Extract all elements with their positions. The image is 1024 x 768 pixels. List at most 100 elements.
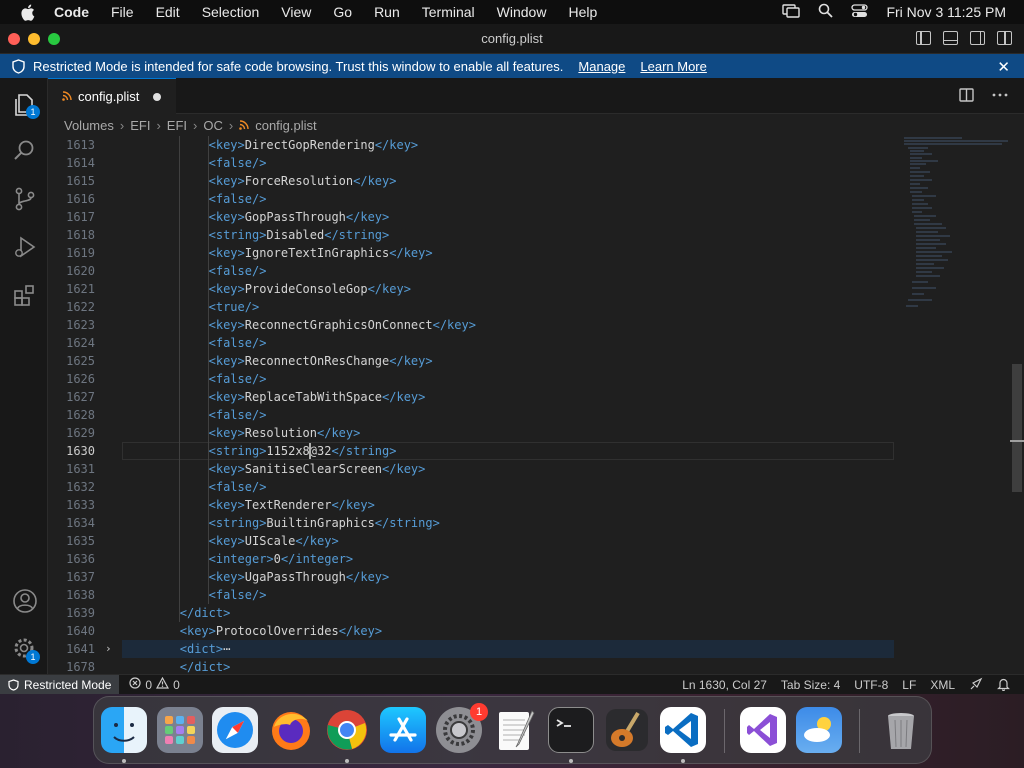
- code-line[interactable]: 1627 <key>ReplaceTabWithSpace</key>: [48, 388, 1008, 406]
- menu-selection[interactable]: Selection: [202, 4, 260, 20]
- safari-icon[interactable]: [212, 707, 258, 753]
- toggle-panel-icon[interactable]: [943, 31, 958, 45]
- run-and-debug-icon[interactable]: [12, 234, 38, 260]
- code-line[interactable]: 1620 <false/>: [48, 262, 1008, 280]
- menubar-clock[interactable]: Fri Nov 3 11:25 PM: [886, 4, 1006, 20]
- code-line[interactable]: 1624 <false/>: [48, 334, 1008, 352]
- xml-tag-close: </key>: [374, 138, 419, 152]
- menu-window[interactable]: Window: [497, 4, 547, 20]
- code-line[interactable]: 1614 <false/>: [48, 154, 1008, 172]
- terminal-icon[interactable]: [548, 707, 594, 753]
- menu-file[interactable]: File: [111, 4, 134, 20]
- accounts-icon[interactable]: [12, 588, 38, 614]
- code-content: <string>Disabled</string>: [209, 226, 390, 244]
- weather-icon[interactable]: [796, 707, 842, 753]
- code-line[interactable]: 1632 <false/>: [48, 478, 1008, 496]
- code-line[interactable]: 1616 <false/>: [48, 190, 1008, 208]
- cursor-position[interactable]: Ln 1630, Col 27: [682, 678, 767, 692]
- language-mode[interactable]: XML: [930, 678, 955, 692]
- menu-view[interactable]: View: [281, 4, 311, 20]
- code-line[interactable]: 1630 <string>1152x8@32</string>: [48, 442, 1008, 460]
- code-line[interactable]: 1638 <false/>: [48, 586, 1008, 604]
- apple-icon[interactable]: [16, 4, 38, 21]
- tab-size[interactable]: Tab Size: 4: [781, 678, 840, 692]
- feedback-icon[interactable]: [969, 677, 983, 694]
- finder-icon[interactable]: [101, 707, 147, 753]
- fold-chevron-icon[interactable]: ›: [105, 640, 112, 658]
- menu-go[interactable]: Go: [333, 4, 352, 20]
- customize-layout-icon[interactable]: [997, 31, 1012, 45]
- code-line[interactable]: 1633 <key>TextRenderer</key>: [48, 496, 1008, 514]
- code-line[interactable]: 1621 <key>ProvideConsoleGop</key>: [48, 280, 1008, 298]
- menu-edit[interactable]: Edit: [156, 4, 180, 20]
- code-line[interactable]: 1636 <integer>0</integer>: [48, 550, 1008, 568]
- code-line[interactable]: 1625 <key>ReconnectOnResChange</key>: [48, 352, 1008, 370]
- search-icon[interactable]: [12, 138, 38, 164]
- breadcrumb-oc[interactable]: OC: [203, 118, 223, 133]
- garageband-icon[interactable]: [604, 707, 650, 753]
- vertical-scrollbar[interactable]: [1012, 364, 1022, 492]
- code-line[interactable]: 1626 <false/>: [48, 370, 1008, 388]
- code-line[interactable]: 1613 <key>DirectGopRendering</key>: [48, 136, 1008, 154]
- code-line[interactable]: 1635 <key>UIScale</key>: [48, 532, 1008, 550]
- breadcrumb-volumes[interactable]: Volumes: [64, 118, 114, 133]
- restricted-mode-status[interactable]: Restricted Mode: [0, 674, 120, 695]
- xml-tag-close: </key>: [382, 462, 426, 476]
- banner-close-icon[interactable]: ✕: [997, 58, 1010, 76]
- learn-more-link[interactable]: Learn More: [640, 59, 706, 74]
- breadcrumb-config-plist[interactable]: config.plist: [255, 118, 316, 133]
- visual-studio-icon[interactable]: [740, 707, 786, 753]
- manage-gear-icon[interactable]: 1: [12, 636, 40, 664]
- xml-tag-open: </dict>: [179, 660, 231, 674]
- toggle-primary-sidebar-icon[interactable]: [916, 31, 931, 45]
- trash-icon[interactable]: [878, 707, 924, 753]
- code-content: <false/>: [209, 478, 267, 496]
- breadcrumb-efi-1[interactable]: EFI: [130, 118, 150, 133]
- end-of-line[interactable]: LF: [902, 678, 916, 692]
- code-line[interactable]: 1640 <key>ProtocolOverrides</key>: [48, 622, 1008, 640]
- code-line[interactable]: 1629 <key>Resolution</key>: [48, 424, 1008, 442]
- xml-tag-close: </key>: [367, 282, 411, 296]
- code-line[interactable]: 1617 <key>GopPassThrough</key>: [48, 208, 1008, 226]
- code-line[interactable]: 1619 <key>IgnoreTextInGraphics</key>: [48, 244, 1008, 262]
- code-line[interactable]: 1628 <false/>: [48, 406, 1008, 424]
- firefox-icon[interactable]: [268, 707, 314, 753]
- code-line[interactable]: 1641 › <dict>⋯: [48, 640, 1008, 658]
- explorer-icon[interactable]: 1: [12, 92, 40, 119]
- screen-mirroring-icon[interactable]: [782, 3, 801, 21]
- launchpad-icon[interactable]: [157, 707, 203, 753]
- extensions-icon[interactable]: [12, 282, 38, 308]
- code-editor[interactable]: 1613 <key>DirectGopRendering</key> 1614 <fa…: [48, 136, 1024, 674]
- chrome-icon[interactable]: [324, 707, 370, 753]
- split-editor-icon[interactable]: [959, 88, 974, 107]
- textedit-icon[interactable]: [492, 707, 538, 753]
- toggle-secondary-sidebar-icon[interactable]: [970, 31, 985, 45]
- source-control-icon[interactable]: [12, 186, 38, 212]
- vscode-icon[interactable]: [660, 707, 706, 753]
- control-center-icon[interactable]: [851, 3, 869, 21]
- menu-terminal[interactable]: Terminal: [422, 4, 475, 20]
- menu-help[interactable]: Help: [568, 4, 597, 20]
- code-line[interactable]: 1622 <true/>: [48, 298, 1008, 316]
- notifications-bell-icon[interactable]: [997, 677, 1010, 694]
- code-line[interactable]: 1618 <string>Disabled</string>: [48, 226, 1008, 244]
- minimap[interactable]: [902, 136, 1008, 316]
- menu-run[interactable]: Run: [374, 4, 400, 20]
- menu-app-code[interactable]: Code: [54, 4, 89, 20]
- code-line[interactable]: 1634 <string>BuiltinGraphics</string>: [48, 514, 1008, 532]
- encoding[interactable]: UTF-8: [854, 678, 888, 692]
- breadcrumb-efi-2[interactable]: EFI: [167, 118, 187, 133]
- app-store-icon[interactable]: [380, 707, 426, 753]
- code-line[interactable]: 1623 <key>ReconnectGraphicsOnConnect</key…: [48, 316, 1008, 334]
- more-actions-icon[interactable]: [992, 88, 1008, 107]
- code-line[interactable]: 1637 <key>UgaPassThrough</key>: [48, 568, 1008, 586]
- tab-config-plist[interactable]: config.plist: [48, 78, 176, 114]
- spotlight-search-icon[interactable]: [818, 3, 834, 21]
- code-line[interactable]: 1615 <key>ForceResolution</key>: [48, 172, 1008, 190]
- problems-status[interactable]: 0 0: [129, 676, 180, 692]
- code-line[interactable]: 1631 <key>SanitiseClearScreen</key>: [48, 460, 1008, 478]
- unsaved-dot-icon[interactable]: [153, 92, 162, 101]
- code-line[interactable]: 1678 </dict>: [48, 658, 1008, 674]
- code-line[interactable]: 1639 </dict>: [48, 604, 1008, 622]
- manage-link[interactable]: Manage: [578, 59, 625, 74]
